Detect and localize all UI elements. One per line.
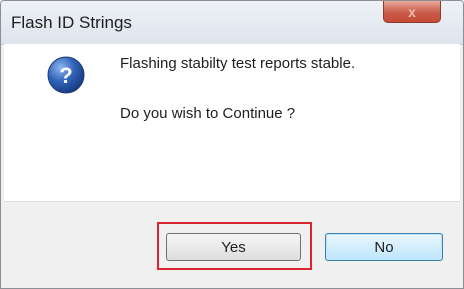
question-icon: ? (47, 56, 85, 94)
close-icon: x (408, 3, 416, 20)
dialog-title: Flash ID Strings (11, 13, 132, 32)
yes-button[interactable]: Yes (166, 233, 301, 261)
svg-text:?: ? (59, 63, 72, 88)
message-line-1: Flashing stabilty test reports stable. (120, 55, 356, 72)
message-line-2: Do you wish to Continue ? (120, 105, 296, 122)
no-button[interactable]: No (325, 233, 443, 261)
title-bar[interactable]: Flash ID Strings x (1, 1, 463, 45)
close-button[interactable]: x (383, 1, 441, 23)
